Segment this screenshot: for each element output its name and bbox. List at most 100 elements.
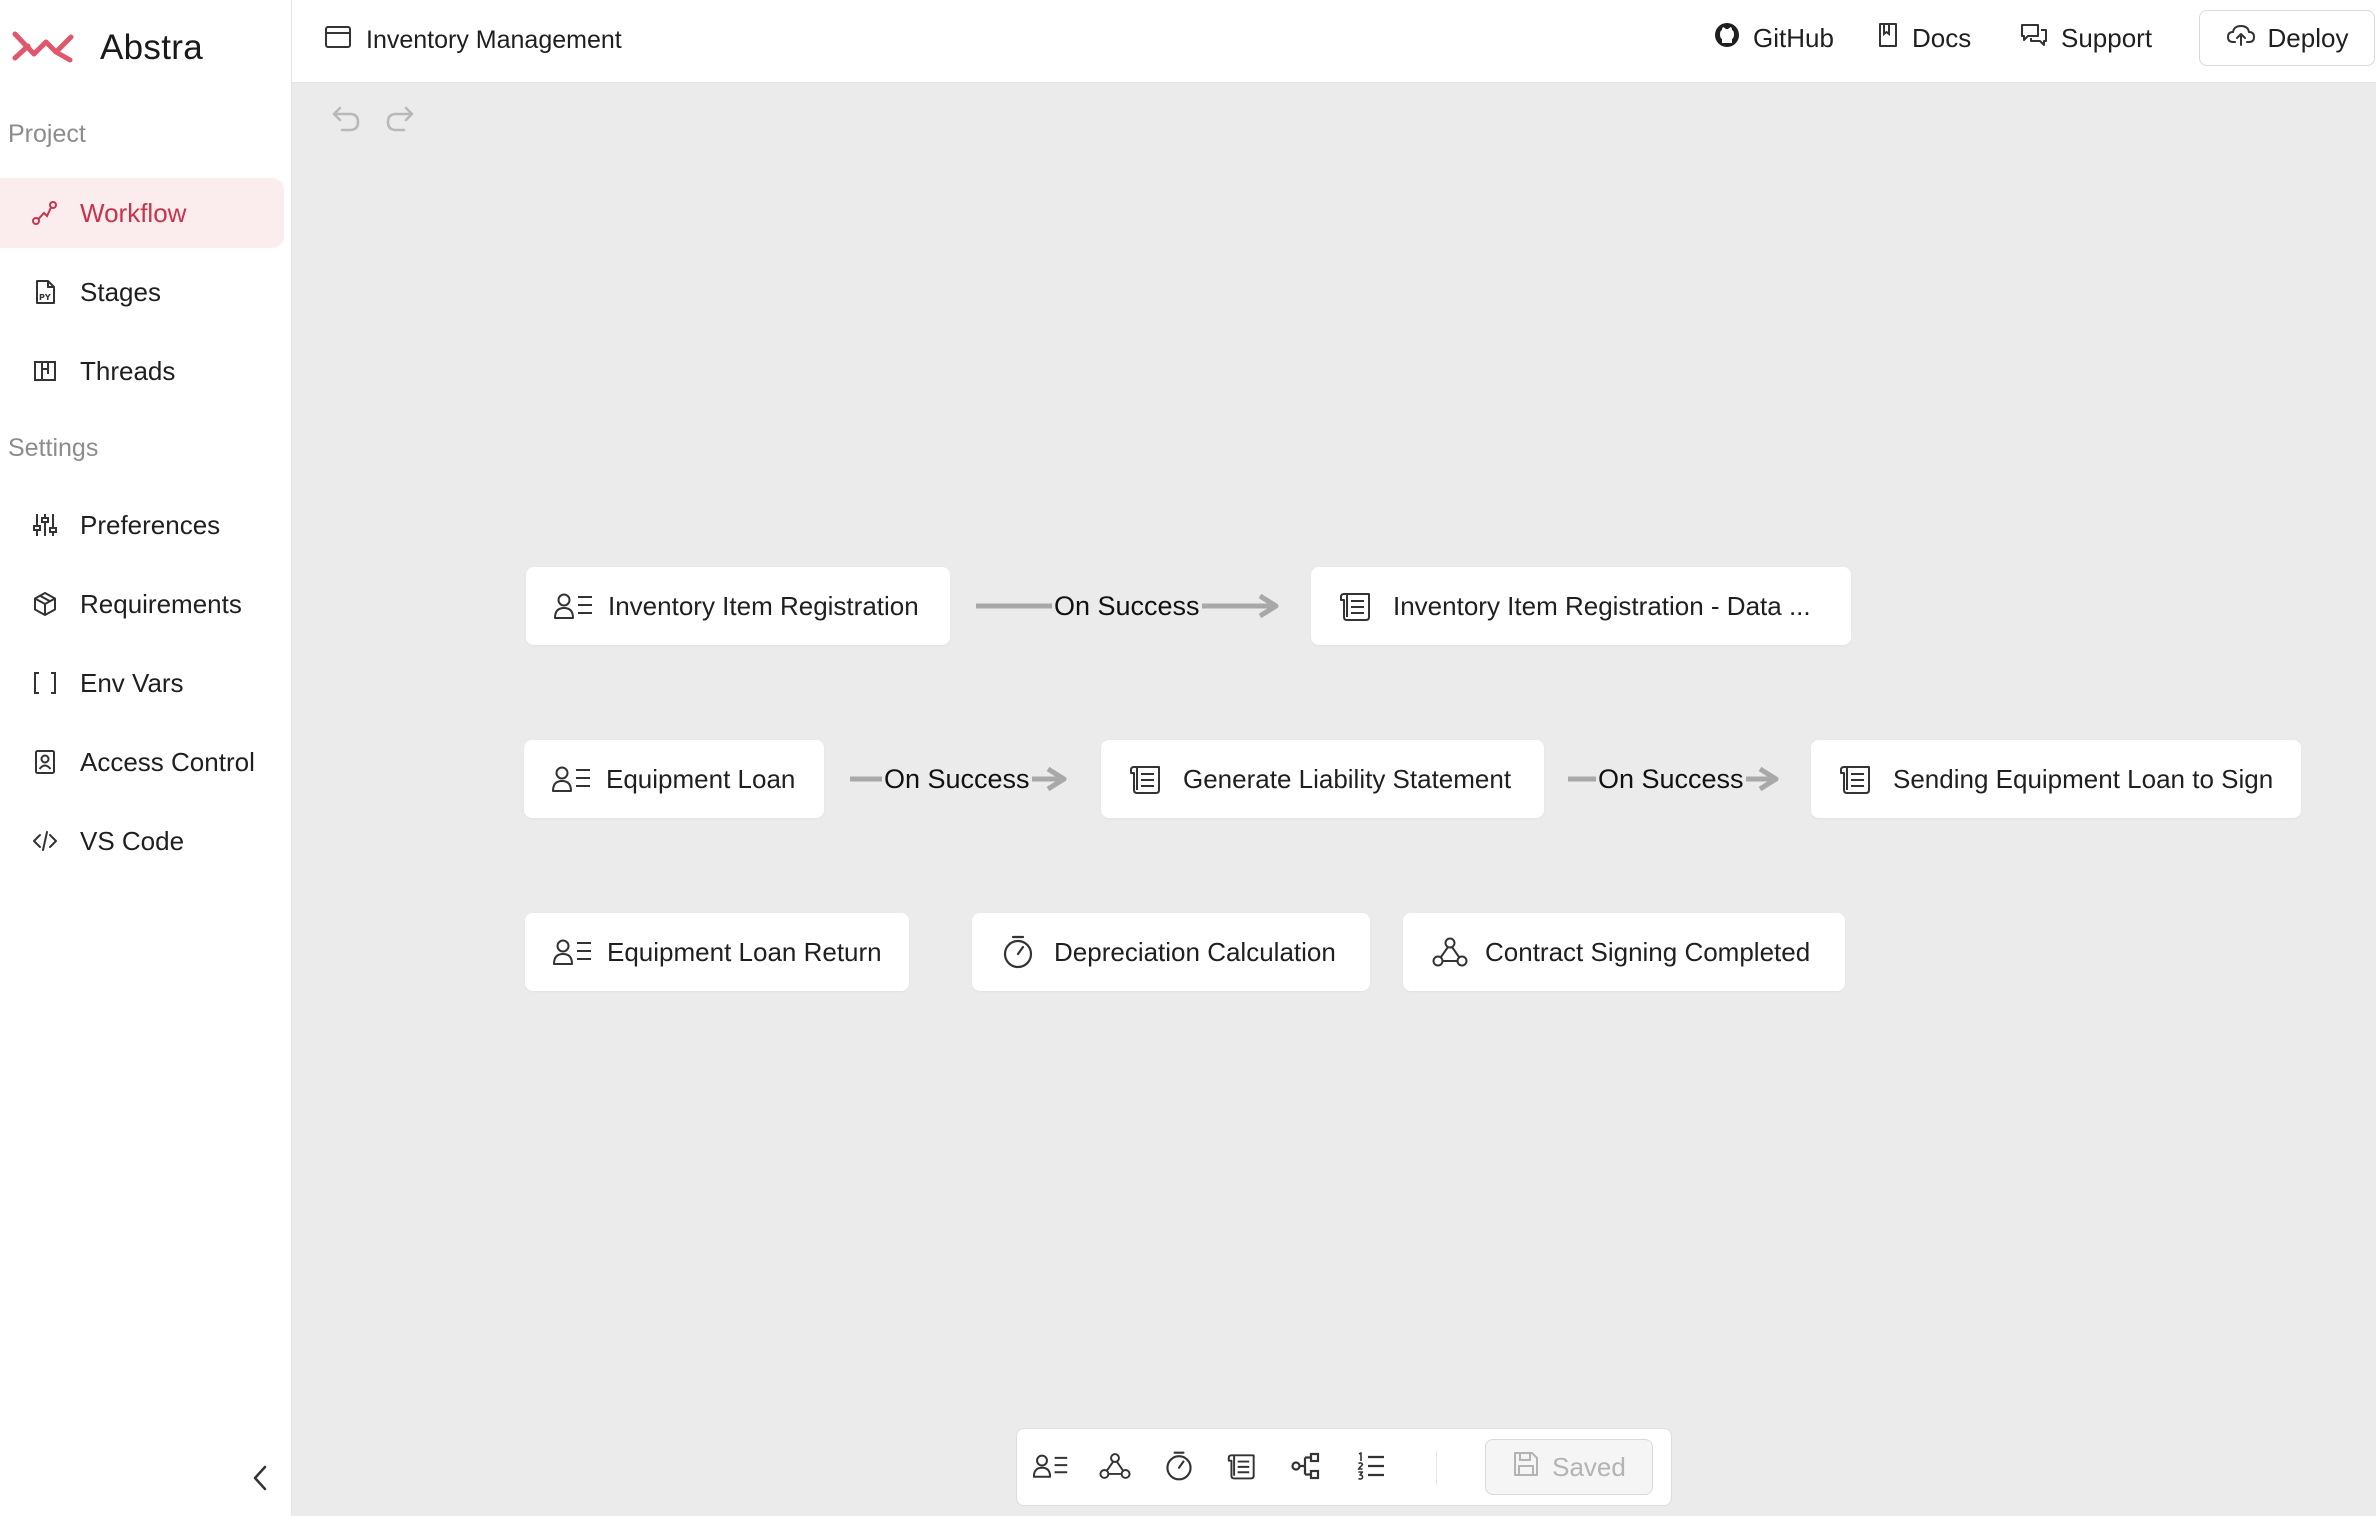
brand[interactable]: Abstra xyxy=(12,26,203,70)
stopwatch-icon xyxy=(1163,1450,1195,1487)
script-icon xyxy=(1839,761,1879,797)
sidebar-item-label: VS Code xyxy=(80,825,185,856)
workflow-edge[interactable]: On Success xyxy=(976,586,1290,626)
settings-section-label: Settings xyxy=(8,434,99,462)
workflow-edge[interactable]: On Success xyxy=(1568,759,1790,799)
node-label: Generate Liability Statement xyxy=(1183,763,1512,794)
floppy-disk-icon xyxy=(1512,1450,1552,1485)
sidebar-item-workflow[interactable]: Workflow xyxy=(0,178,284,248)
sidebar-item-stages[interactable]: PY Stages xyxy=(0,257,284,327)
node-label: Equipment Loan xyxy=(606,763,796,794)
saved-label: Saved xyxy=(1552,1451,1626,1482)
node-label: Equipment Loan Return xyxy=(607,936,882,967)
header-bar: Inventory Management GitHub Docs Support… xyxy=(292,0,2376,83)
sidebar-item-label: Preferences xyxy=(80,509,221,540)
script-icon xyxy=(1339,588,1379,624)
sidebar-item-label: Env Vars xyxy=(80,667,184,698)
support-label: Support xyxy=(2061,22,2153,53)
workflow-node-hook[interactable]: Contract Signing Completed xyxy=(1403,913,1845,991)
github-label: GitHub xyxy=(1753,22,1834,53)
node-label: Contract Signing Completed xyxy=(1485,936,1811,967)
stage-toolbar: Saved xyxy=(1016,1428,1672,1506)
brackets-icon xyxy=(28,666,62,700)
deploy-label: Deploy xyxy=(2267,22,2349,53)
id-badge-icon xyxy=(28,745,62,779)
node-label: Inventory Item Registration - Data ... xyxy=(1393,590,1811,621)
kanban-icon xyxy=(28,354,62,388)
python-file-icon: PY xyxy=(28,275,62,309)
sidebar-item-access-control[interactable]: Access Control xyxy=(0,727,284,797)
workflow-node-script[interactable]: Sending Equipment Loan to Sign xyxy=(1811,740,2301,818)
github-link[interactable]: GitHub xyxy=(1713,18,1834,58)
node-label: Inventory Item Registration xyxy=(608,590,919,621)
script-icon xyxy=(1129,761,1169,797)
svg-text:PY: PY xyxy=(39,293,51,302)
stopwatch-icon xyxy=(1000,934,1040,970)
add-script-button[interactable] xyxy=(1223,1448,1263,1488)
redo-icon xyxy=(384,102,416,139)
undo-icon xyxy=(330,102,362,139)
redo-button[interactable] xyxy=(384,100,416,140)
docs-link[interactable]: Docs xyxy=(1876,18,1971,58)
ordered-list-icon xyxy=(1356,1451,1386,1486)
toolbar-divider xyxy=(1436,1451,1437,1485)
form-icon xyxy=(554,588,594,624)
sidebar-item-label: Access Control xyxy=(80,746,255,777)
workflow-node-form[interactable]: Inventory Item Registration xyxy=(526,567,950,645)
package-icon xyxy=(28,587,62,621)
edge-label: On Success xyxy=(1052,586,1202,626)
sliders-icon xyxy=(28,508,62,542)
edge-label: On Success xyxy=(882,759,1032,799)
add-condition-button[interactable] xyxy=(1287,1448,1327,1488)
sidebar-item-env-vars[interactable]: Env Vars xyxy=(0,648,284,718)
cloud-upload-icon xyxy=(2226,22,2268,55)
workflow-node-job[interactable]: Depreciation Calculation xyxy=(972,913,1370,991)
node-label: Sending Equipment Loan to Sign xyxy=(1893,763,2274,794)
project-section-label: Project xyxy=(8,120,86,148)
sidebar-item-label: Threads xyxy=(80,355,176,386)
undo-button[interactable] xyxy=(330,100,362,140)
brand-name: Abstra xyxy=(100,28,203,67)
sidebar-item-threads[interactable]: Threads xyxy=(0,336,284,406)
workflow-icon xyxy=(28,196,62,230)
github-icon xyxy=(1713,21,1753,56)
form-icon xyxy=(552,761,592,797)
window-icon xyxy=(324,24,366,57)
script-icon xyxy=(1227,1451,1259,1486)
condition-icon xyxy=(1291,1451,1323,1486)
workflow-node-script[interactable]: Inventory Item Registration - Data ... xyxy=(1311,567,1851,645)
workflow-node-script[interactable]: Generate Liability Statement xyxy=(1101,740,1544,818)
webhook-icon xyxy=(1431,934,1471,970)
chevron-left-icon xyxy=(249,1463,271,1498)
workflow-node-form[interactable]: Equipment Loan xyxy=(524,740,824,818)
code-icon xyxy=(28,824,62,858)
sidebar: Abstra Project Workflow PY Stages Thread… xyxy=(0,0,292,1516)
workflow-node-form[interactable]: Equipment Loan Return xyxy=(525,913,909,991)
workflow-edge[interactable]: On Success xyxy=(850,759,1078,799)
save-button[interactable]: Saved xyxy=(1485,1439,1653,1495)
add-form-button[interactable] xyxy=(1031,1448,1071,1488)
add-iterator-button[interactable] xyxy=(1351,1448,1391,1488)
book-icon xyxy=(1876,21,1912,56)
form-icon xyxy=(1032,1452,1069,1485)
project-title: Inventory Management xyxy=(324,20,622,60)
project-title-text: Inventory Management xyxy=(366,25,622,54)
node-label: Depreciation Calculation xyxy=(1054,936,1336,967)
support-link[interactable]: Support xyxy=(2019,18,2152,58)
collapse-sidebar-button[interactable] xyxy=(240,1460,280,1500)
deploy-button[interactable]: Deploy xyxy=(2199,10,2375,66)
webhook-icon xyxy=(1098,1451,1132,1486)
add-job-button[interactable] xyxy=(1159,1448,1199,1488)
form-icon xyxy=(553,934,593,970)
sidebar-item-label: Workflow xyxy=(80,197,187,228)
edge-label: On Success xyxy=(1596,759,1746,799)
sidebar-item-requirements[interactable]: Requirements xyxy=(0,569,284,639)
chat-bubbles-icon xyxy=(2019,21,2061,56)
docs-label: Docs xyxy=(1912,22,1972,53)
add-hook-button[interactable] xyxy=(1095,1448,1135,1488)
sidebar-item-vs-code[interactable]: VS Code xyxy=(0,806,284,876)
abstra-logo-icon xyxy=(12,28,74,69)
sidebar-item-label: Requirements xyxy=(80,588,242,619)
sidebar-item-preferences[interactable]: Preferences xyxy=(0,490,284,560)
sidebar-item-label: Stages xyxy=(80,276,161,307)
